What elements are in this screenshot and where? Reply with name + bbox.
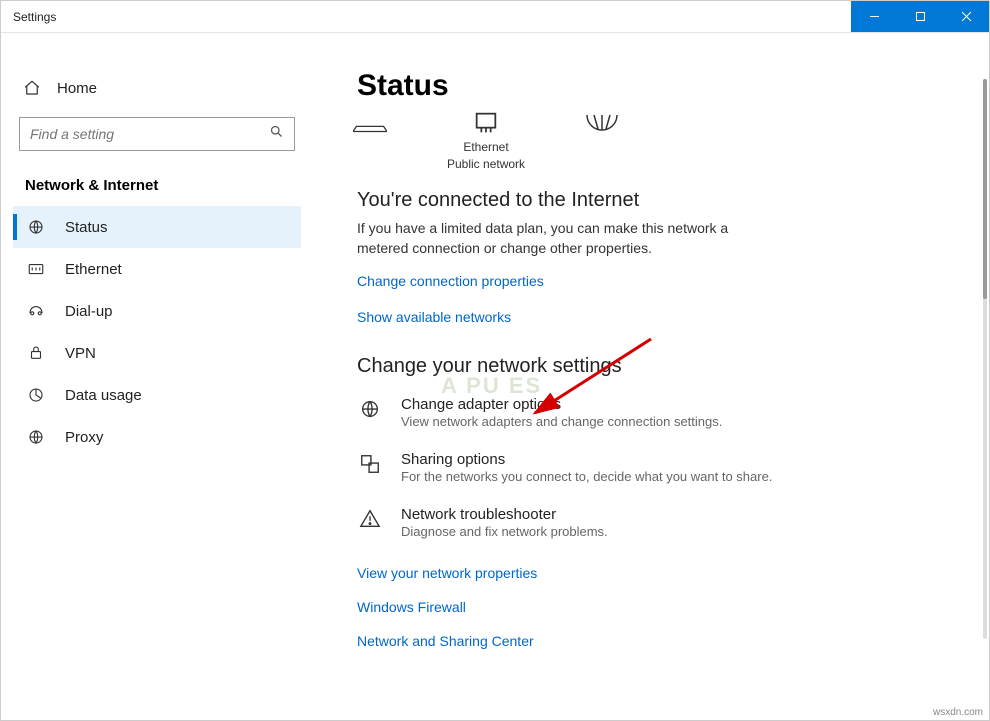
- sidebar-item-proxy[interactable]: Proxy: [13, 416, 301, 458]
- content: Status Ethernet Public network: [321, 33, 989, 720]
- maximize-button[interactable]: [897, 1, 943, 32]
- option-title: Network troubleshooter: [401, 506, 608, 523]
- option-change-adapter[interactable]: Change adapter options View network adap…: [357, 396, 959, 429]
- sidebar-item-status[interactable]: Status: [13, 206, 301, 248]
- sharing-icon: [357, 451, 383, 484]
- option-troubleshooter[interactable]: Network troubleshooter Diagnose and fix …: [357, 506, 959, 539]
- app-title: Settings: [13, 10, 56, 24]
- titlebar-left: Settings: [1, 10, 56, 24]
- credit: wsxdn.com: [933, 707, 983, 718]
- sidebar-item-datausage[interactable]: Data usage: [13, 374, 301, 416]
- pc-icon: [353, 109, 387, 137]
- close-button[interactable]: [943, 1, 989, 32]
- option-desc: Diagnose and fix network problems.: [401, 524, 608, 539]
- change-settings-heading: Change your network settings: [357, 355, 959, 378]
- option-desc: For the networks you connect to, decide …: [401, 469, 772, 484]
- sidebar-item-label: Status: [65, 219, 108, 236]
- status-icon: [27, 218, 45, 236]
- sidebar-item-label: Proxy: [65, 429, 103, 446]
- net-label: Ethernet: [463, 140, 508, 154]
- sidebar-item-label: VPN: [65, 345, 96, 362]
- sidebar-item-label: Dial-up: [65, 303, 113, 320]
- dialup-icon: [27, 302, 45, 320]
- sidebar-item-ethernet[interactable]: Ethernet: [13, 248, 301, 290]
- adapter-icon: [357, 396, 383, 429]
- ethernet-large-icon: [469, 109, 503, 137]
- home-button[interactable]: Home: [13, 73, 301, 103]
- sidebar-category: Network & Internet: [13, 151, 301, 206]
- proxy-icon: [27, 428, 45, 446]
- net-sublabel: Public network: [447, 157, 525, 171]
- datausage-icon: [27, 386, 45, 404]
- scrollbar[interactable]: [983, 79, 987, 639]
- sidebar: Home Network & Internet Status Ethern: [1, 33, 321, 720]
- link-windows-firewall[interactable]: Windows Firewall: [357, 599, 466, 615]
- link-show-networks[interactable]: Show available networks: [357, 309, 511, 325]
- pc-icon-col: [353, 109, 387, 137]
- globe-icon-col: [585, 109, 619, 137]
- sidebar-item-vpn[interactable]: VPN: [13, 332, 301, 374]
- body: Home Network & Internet Status Ethern: [1, 33, 989, 720]
- troubleshooter-icon: [357, 506, 383, 539]
- search-box[interactable]: [19, 117, 295, 151]
- connected-text: If you have a limited data plan, you can…: [357, 218, 777, 259]
- page-title: Status: [357, 69, 959, 103]
- option-title: Change adapter options: [401, 396, 722, 413]
- search-input[interactable]: [30, 126, 269, 142]
- minimize-button[interactable]: [851, 1, 897, 32]
- vpn-icon: [27, 344, 45, 362]
- titlebar: Settings: [1, 1, 989, 33]
- link-view-properties[interactable]: View your network properties: [357, 565, 537, 581]
- connected-heading: You're connected to the Internet: [357, 189, 959, 212]
- home-icon: [23, 79, 41, 97]
- network-icon-row: Ethernet Public network: [353, 109, 959, 171]
- option-sharing[interactable]: Sharing options For the networks you con…: [357, 451, 959, 484]
- settings-window: Settings Home: [0, 0, 990, 721]
- globe-icon: [585, 109, 619, 137]
- option-title: Sharing options: [401, 451, 772, 468]
- home-label: Home: [57, 80, 97, 97]
- link-network-sharing-center[interactable]: Network and Sharing Center: [357, 633, 534, 649]
- sidebar-item-dialup[interactable]: Dial-up: [13, 290, 301, 332]
- ethernet-icon: [27, 260, 45, 278]
- window-controls: [851, 1, 989, 32]
- option-desc: View network adapters and change connect…: [401, 414, 722, 429]
- sidebar-item-label: Data usage: [65, 387, 142, 404]
- ethernet-icon-col: Ethernet Public network: [447, 109, 525, 171]
- search-icon: [269, 124, 284, 144]
- sidebar-item-label: Ethernet: [65, 261, 122, 278]
- link-connection-properties[interactable]: Change connection properties: [357, 273, 544, 289]
